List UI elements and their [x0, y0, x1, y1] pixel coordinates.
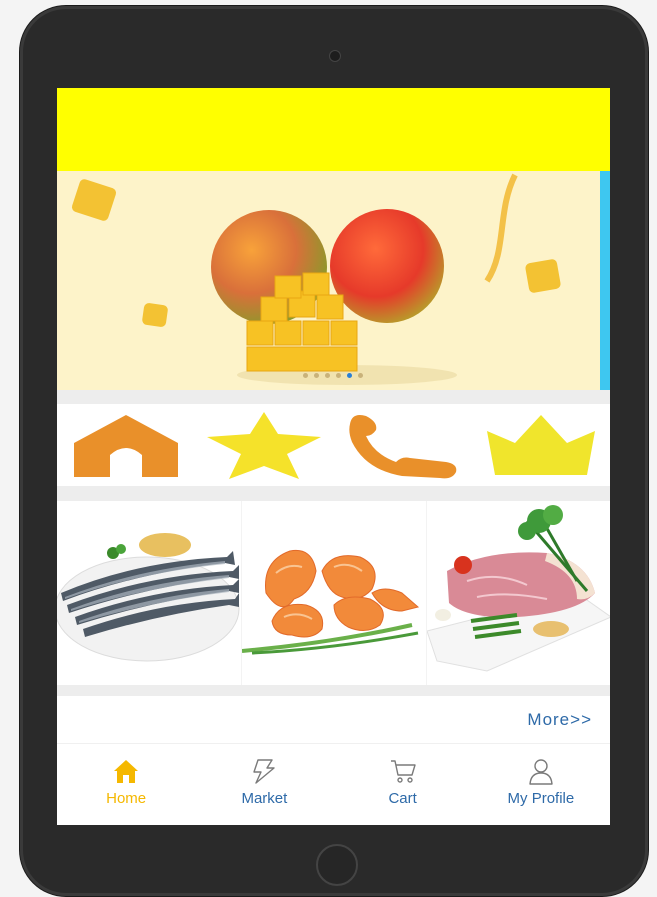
product-grid [57, 501, 610, 685]
home-icon[interactable] [66, 408, 186, 482]
divider [57, 390, 610, 404]
more-link[interactable]: More>> [527, 710, 592, 730]
cart-icon [388, 756, 418, 786]
app-screen: More>> Home Market Cart My Profile [57, 88, 610, 825]
top-bar [57, 88, 610, 171]
divider [57, 486, 610, 501]
product-tile-fish[interactable] [57, 501, 242, 685]
shrimp-image [241, 549, 420, 655]
more-row: More>> [57, 696, 610, 743]
camera-icon [329, 50, 341, 62]
crown-icon[interactable] [481, 408, 601, 482]
carousel-dot[interactable] [303, 373, 308, 378]
tab-label: Market [241, 790, 288, 807]
tab-label: My Profile [507, 790, 575, 807]
mango-illustration [211, 173, 518, 385]
user-icon [526, 756, 556, 786]
star-icon[interactable] [204, 408, 324, 482]
house-icon [111, 756, 141, 786]
carousel-dots[interactable] [303, 373, 363, 378]
product-tile-shrimp[interactable] [241, 501, 427, 685]
promo-banner[interactable] [57, 171, 610, 390]
carousel-dot[interactable] [347, 373, 352, 378]
carousel-dot[interactable] [358, 373, 363, 378]
tab-market[interactable]: Market [195, 744, 333, 825]
phone-icon[interactable] [343, 408, 463, 482]
tab-home[interactable]: Home [57, 744, 195, 825]
divider [57, 685, 610, 696]
carousel-dot[interactable] [336, 373, 341, 378]
product-tile-meat[interactable] [426, 501, 610, 685]
carousel-dot[interactable] [325, 373, 330, 378]
tab-label: Cart [388, 790, 417, 807]
tab-label: Home [106, 790, 147, 807]
hardware-home-button[interactable] [316, 844, 358, 886]
meat-image [426, 505, 610, 672]
tab-my-profile[interactable]: My Profile [472, 744, 610, 825]
next-slide-peek [600, 171, 610, 390]
carousel-dot[interactable] [314, 373, 319, 378]
bottom-tab-bar: Home Market Cart My Profile [57, 743, 610, 825]
tab-cart[interactable]: Cart [334, 744, 472, 825]
lightning-icon [249, 756, 279, 786]
fish-image [57, 533, 240, 662]
quick-icons-row [57, 404, 610, 486]
